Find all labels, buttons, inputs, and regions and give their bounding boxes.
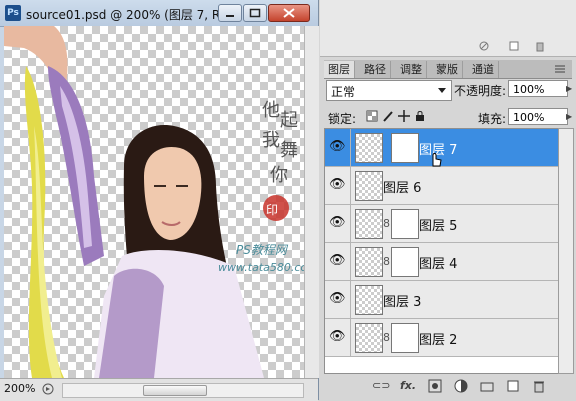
layer-list-scrollbar[interactable]	[558, 128, 574, 374]
eye-icon[interactable]: 👁	[329, 254, 347, 268]
zoom-level[interactable]: 200%	[4, 382, 35, 395]
tab-layers[interactable]: 图层	[324, 61, 355, 78]
eye-divider	[350, 243, 351, 280]
svg-text:他: 他	[262, 100, 280, 121]
minimize-icon	[226, 15, 234, 17]
eye-icon[interactable]: 👁	[329, 292, 347, 306]
panel-tabs: 图层 路径 调整 蒙版 通道	[324, 60, 572, 79]
chevron-down-icon	[438, 88, 446, 93]
tab-adjustments[interactable]: 调整	[396, 61, 427, 78]
layer-name[interactable]: 图层 4	[419, 253, 457, 272]
close-icon	[283, 8, 295, 18]
no-symbol-icon[interactable]	[478, 40, 490, 52]
layers-panel-dock: 图层 路径 调整 蒙版 通道 正常 不透明度: 100% ▶ 锁定: 填充: 1…	[320, 0, 576, 400]
lock-transparent-icon[interactable]	[366, 110, 378, 122]
new-item-icon[interactable]	[508, 40, 520, 52]
document-status-bar: 200%	[0, 378, 318, 401]
layers-bottom-toolbar: ⊂⊃ fx.	[320, 374, 576, 400]
layer-thumbnail[interactable]	[355, 133, 383, 163]
document-horizontal-scrollbar[interactable]	[62, 383, 304, 398]
watermark-url: www.tata580.com	[218, 261, 304, 274]
layer-row-6[interactable]: 👁 图层 6	[325, 167, 559, 205]
layer-thumbnail[interactable]	[355, 323, 383, 353]
layer-mask-thumbnail[interactable]	[391, 133, 419, 163]
maximize-button[interactable]	[243, 4, 267, 22]
tab-masks[interactable]: 蒙版	[432, 61, 463, 78]
layer-name[interactable]: 图层 3	[383, 291, 421, 310]
eye-divider	[350, 167, 351, 204]
layer-thumbnail[interactable]	[355, 209, 383, 239]
eye-icon[interactable]: 👁	[329, 330, 347, 344]
chain-icon[interactable]: 8	[383, 331, 390, 344]
eye-icon[interactable]: 👁	[329, 140, 347, 154]
layer-row-2[interactable]: 👁 8 图层 2	[325, 319, 559, 357]
eye-icon[interactable]: 👁	[329, 216, 347, 230]
adjustment-layer-icon[interactable]	[454, 379, 468, 393]
eye-divider	[350, 319, 351, 356]
svg-text:起: 起	[280, 110, 298, 131]
svg-text:我: 我	[262, 130, 280, 151]
document-vertical-scrollbar[interactable]	[304, 26, 319, 378]
woman-dancer-image: 他 起 我 舞 你 印 PS教程网 www.tata580.com	[4, 26, 304, 378]
layer-mask-thumbnail[interactable]	[391, 209, 419, 239]
status-arrow-icon[interactable]	[40, 382, 56, 396]
fill-label: 填充:	[478, 112, 507, 126]
layer-thumbnail[interactable]	[355, 285, 383, 315]
close-button[interactable]	[268, 4, 310, 22]
document-title: source01.psd @ 200% (图层 7, R...	[26, 8, 232, 22]
layer-thumbnail[interactable]	[355, 171, 383, 201]
tab-channels[interactable]: 通道	[468, 61, 499, 78]
opacity-label: 不透明度:	[454, 84, 507, 98]
eye-icon[interactable]: 👁	[329, 178, 347, 192]
fill-arrow-icon[interactable]: ▶	[566, 108, 575, 125]
fill-field[interactable]: 100%	[508, 108, 568, 125]
move-icon[interactable]	[398, 110, 410, 122]
layer-mask-thumbnail[interactable]	[391, 247, 419, 277]
blend-mode-value: 正常	[331, 85, 356, 99]
eye-divider	[350, 281, 351, 318]
lock-icon[interactable]	[414, 110, 426, 122]
layer-row-4[interactable]: 👁 8 图层 4	[325, 243, 559, 281]
document-title-bar[interactable]: Ps source01.psd @ 200% (图层 7, R...	[0, 0, 318, 27]
eye-divider	[350, 129, 351, 166]
image-canvas[interactable]: 他 起 我 舞 你 印 PS教程网 www.tata580.com	[4, 26, 304, 378]
horizontal-scroll-thumb[interactable]	[143, 385, 207, 396]
tab-paths[interactable]: 路径	[360, 61, 391, 78]
brush-icon[interactable]	[382, 110, 394, 122]
layer-name[interactable]: 图层 6	[383, 177, 421, 196]
add-mask-icon[interactable]	[428, 379, 442, 393]
upper-panel-area	[320, 0, 576, 57]
panel-menu-icon[interactable]	[552, 63, 568, 75]
layer-list: 👁 图层 7 👁 图层 6 👁 8 图层 5 👁 8 图层 4 👁 图层 3 👁…	[324, 128, 560, 374]
chain-icon[interactable]: 8	[383, 255, 390, 268]
opacity-field[interactable]: 100%	[508, 80, 568, 97]
chain-icon[interactable]: 8	[383, 217, 390, 230]
layer-name[interactable]: 图层 5	[419, 215, 457, 234]
layer-row-7[interactable]: 👁 图层 7	[325, 129, 559, 167]
link-layers-icon[interactable]: ⊂⊃	[372, 379, 390, 392]
delete-layer-icon[interactable]	[532, 379, 546, 393]
watermark-site: PS教程网	[236, 243, 289, 257]
maximize-icon	[249, 8, 261, 18]
hand-cursor-icon	[432, 153, 442, 167]
document-window: Ps source01.psd @ 200% (图层 7, R... 他 起 我…	[0, 0, 319, 401]
fx-button[interactable]: fx.	[400, 379, 416, 392]
opacity-arrow-icon[interactable]: ▶	[566, 80, 575, 97]
layer-row-3[interactable]: 👁 图层 3	[325, 281, 559, 319]
layer-thumbnail[interactable]	[355, 247, 383, 277]
photoshop-icon: Ps	[5, 5, 21, 21]
svg-text:印: 印	[266, 203, 278, 217]
layer-mask-thumbnail[interactable]	[391, 323, 419, 353]
folder-icon[interactable]	[480, 379, 494, 393]
svg-text:你: 你	[270, 165, 288, 186]
eye-divider	[350, 205, 351, 242]
blend-mode-select[interactable]: 正常	[326, 80, 452, 101]
new-layer-icon[interactable]	[506, 379, 520, 393]
layer-row-5[interactable]: 👁 8 图层 5	[325, 205, 559, 243]
minimize-button[interactable]	[218, 4, 242, 22]
svg-text:舞: 舞	[280, 140, 298, 161]
layer-name[interactable]: 图层 2	[419, 329, 457, 348]
trash-icon[interactable]	[534, 40, 546, 52]
lock-label: 锁定:	[328, 112, 357, 126]
